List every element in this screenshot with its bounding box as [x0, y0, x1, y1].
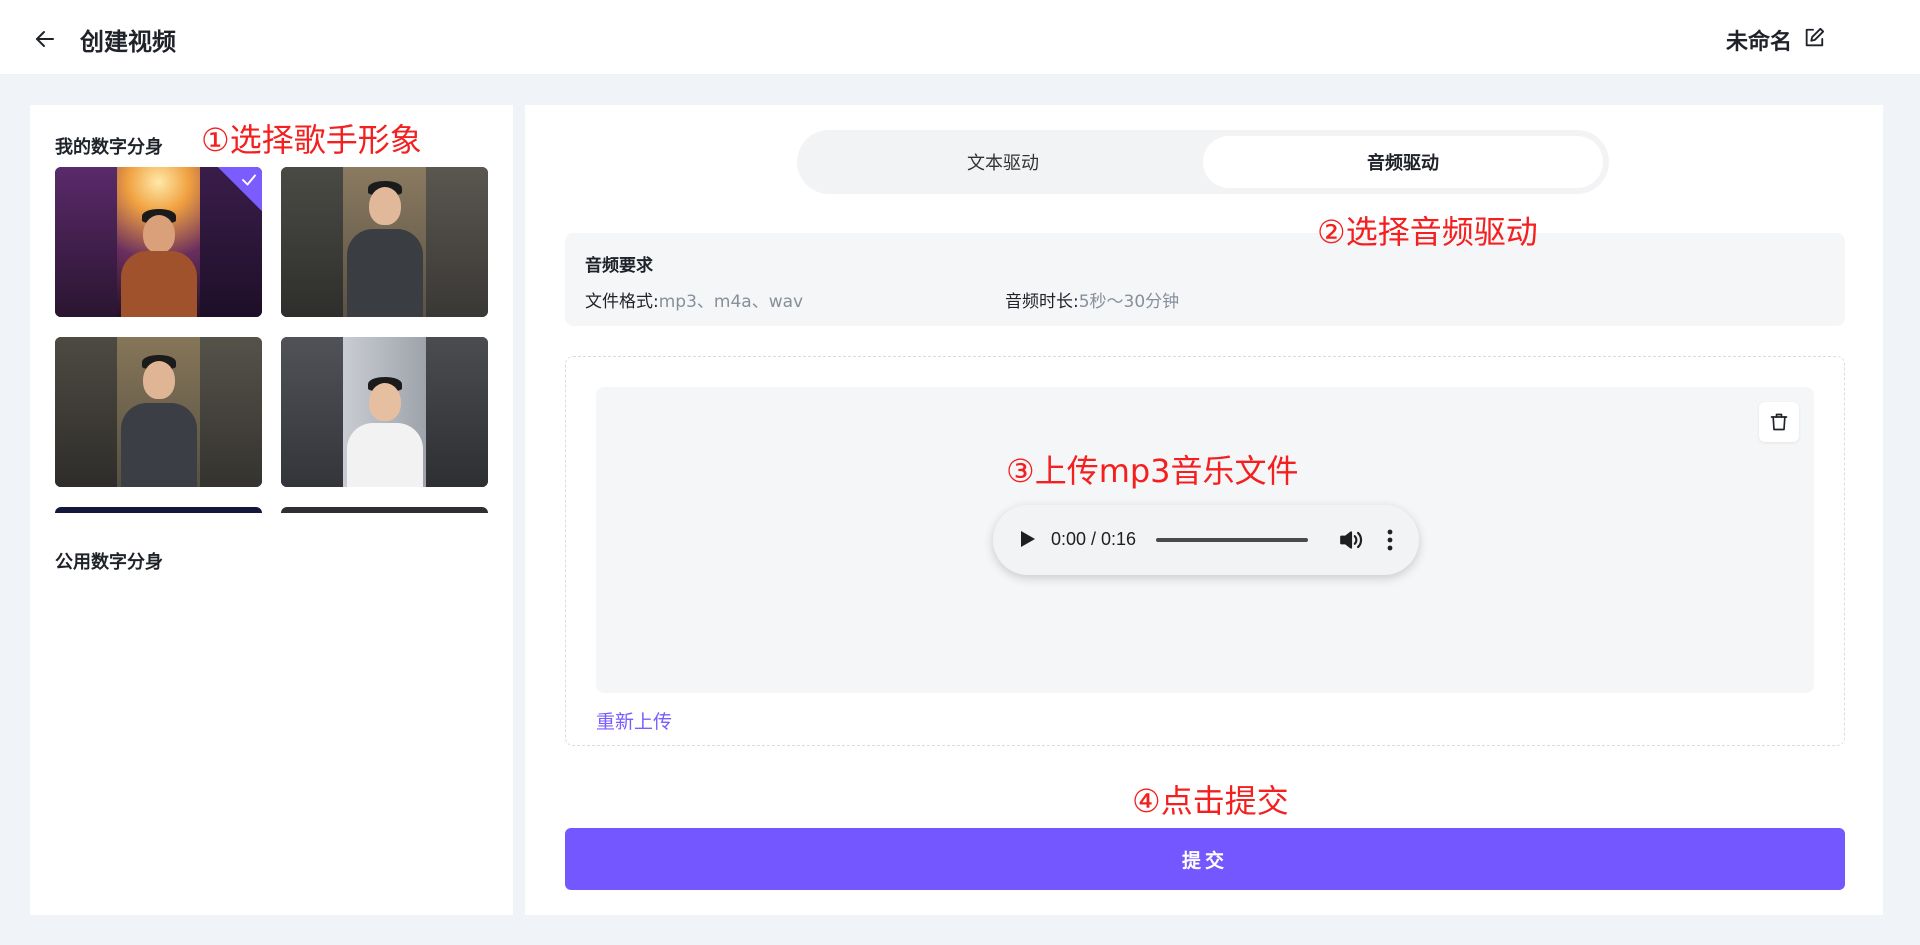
- audio-time: 0:00 / 0:16: [1051, 529, 1137, 549]
- avatar-thumbnail-6[interactable]: [281, 507, 488, 513]
- audio-requirements: 音频要求 文件格式:mp3、m4a、wav 音频时长:5秒～30分钟: [565, 233, 1845, 326]
- avatar-list[interactable]: [55, 167, 488, 513]
- duration-value: 5秒～30分钟: [1078, 292, 1180, 312]
- annotation-step-2: ②选择音频驱动: [1317, 213, 1538, 251]
- trash-icon: [1770, 413, 1788, 431]
- edit-name-button[interactable]: [1800, 24, 1828, 52]
- format-label: 文件格式:: [585, 292, 659, 312]
- selected-check-mark: [218, 167, 262, 211]
- mode-switch: 文本驱动 音频驱动: [797, 130, 1609, 194]
- avatar-panel: 我的数字分身 公用数字分身: [30, 105, 513, 915]
- duration-label: 音频时长:: [1005, 292, 1079, 312]
- top-bar: 创建视频 未命名: [0, 0, 1920, 75]
- edit-icon: [1805, 27, 1825, 47]
- back-button[interactable]: [30, 24, 60, 54]
- annotation-step-1: ①选择歌手形象: [201, 121, 422, 159]
- avatar-thumbnail-4[interactable]: [281, 337, 488, 487]
- annotation-step-3: ③上传mp3音乐文件: [1006, 452, 1299, 490]
- page-title: 创建视频: [80, 28, 176, 56]
- more-options-icon[interactable]: [1381, 527, 1399, 553]
- requirements-title: 音频要求: [585, 256, 653, 276]
- volume-icon[interactable]: [1338, 527, 1364, 553]
- tab-audio-driven[interactable]: 音频驱动: [1203, 136, 1603, 188]
- arrow-left-icon: [36, 31, 54, 47]
- audio-preview-area: 0:00 / 0:16: [596, 387, 1814, 693]
- avatar-thumbnail-5[interactable]: [55, 507, 262, 513]
- submit-button[interactable]: 提交: [565, 828, 1845, 890]
- delete-audio-button[interactable]: [1759, 402, 1799, 442]
- audio-seek-bar[interactable]: [1156, 538, 1308, 542]
- avatar-thumbnail-1[interactable]: [55, 167, 262, 317]
- my-avatars-title: 我的数字分身: [55, 137, 163, 158]
- audio-upload-box: 0:00 / 0:16 重新上传: [565, 356, 1845, 746]
- project-name[interactable]: 未命名: [1726, 24, 1792, 56]
- play-icon[interactable]: [1015, 527, 1039, 551]
- format-value: mp3、m4a、wav: [658, 292, 804, 312]
- avatar-thumbnail-3[interactable]: [55, 337, 262, 487]
- annotation-step-4: ④点击提交: [1132, 782, 1289, 820]
- check-icon: [242, 174, 256, 186]
- tab-text-driven[interactable]: 文本驱动: [803, 136, 1203, 188]
- avatar-thumbnail-2[interactable]: [281, 167, 488, 317]
- format-requirement: 文件格式:mp3、m4a、wav: [585, 287, 803, 312]
- reupload-link[interactable]: 重新上传: [596, 707, 672, 734]
- public-avatars-title: 公用数字分身: [55, 552, 163, 573]
- duration-requirement: 音频时长:5秒～30分钟: [1005, 287, 1179, 312]
- audio-player: 0:00 / 0:16: [993, 505, 1419, 575]
